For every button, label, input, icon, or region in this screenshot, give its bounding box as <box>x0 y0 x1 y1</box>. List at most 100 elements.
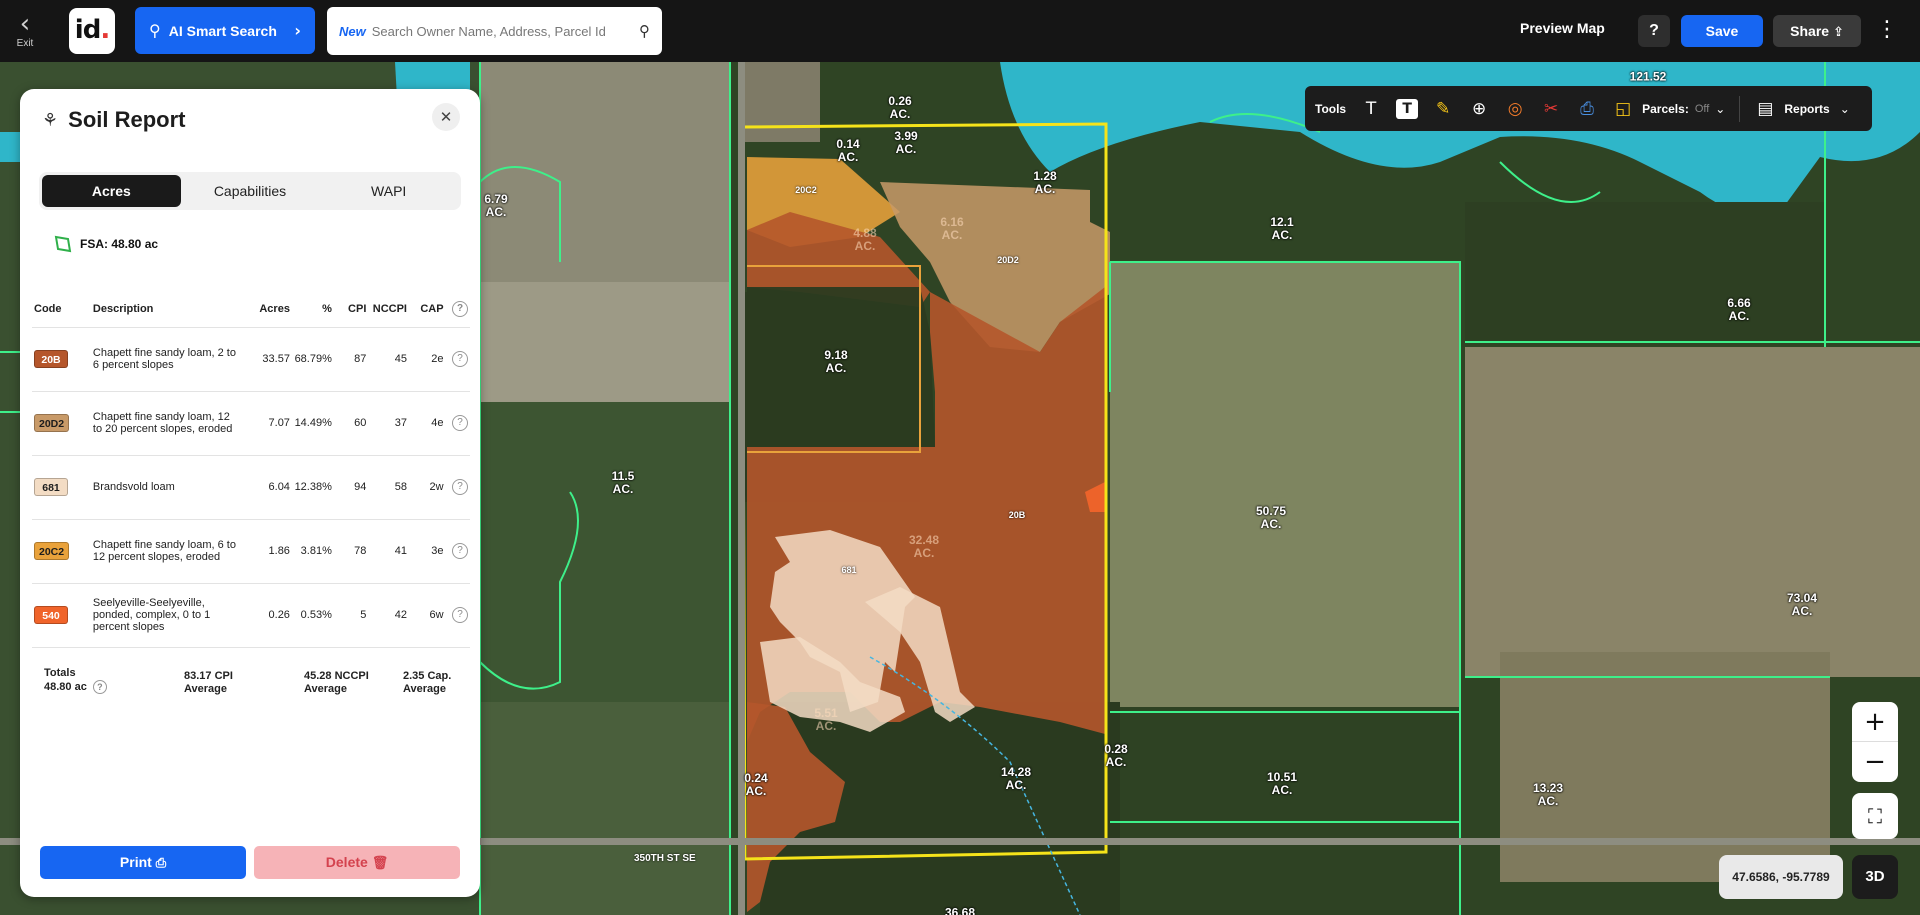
zoom-out-button[interactable]: − <box>1852 742 1898 782</box>
nccpi-value: 37 <box>394 417 407 429</box>
table-row[interactable]: 20D2 Chapett fine sandy loam, 12 to 20 pe… <box>32 391 470 456</box>
column-header: NCCPI <box>368 291 409 328</box>
coordinates-readout: 47.6586, -95.7789 <box>1719 855 1843 899</box>
totals-nccpi-sub: Average <box>304 683 348 695</box>
exit-button[interactable]: ‹ Exit <box>10 11 40 49</box>
description-value: Chapett fine sandy loam, 12 to 20 percen… <box>92 411 233 435</box>
chevron-down-icon[interactable]: ⌄ <box>1840 102 1850 116</box>
globe-icon[interactable]: ⊕ <box>1468 99 1490 119</box>
percent-cell: 12.38% <box>291 455 334 520</box>
parcels-label[interactable]: Parcels: <box>1642 102 1689 116</box>
nccpi-cell: 58 <box>368 455 409 520</box>
help-button[interactable]: ? <box>1638 15 1670 47</box>
row-help-cell: ? <box>445 519 470 584</box>
table-row[interactable]: 20C2 Chapett fine sandy loam, 6 to 12 per… <box>32 519 470 584</box>
print-button[interactable]: Print ⎙ <box>40 846 246 879</box>
column-help[interactable]: ? <box>445 291 470 328</box>
help-icon[interactable]: ? <box>452 415 468 431</box>
app-root: 0.26 AC. 0.14 AC. 3.99 AC. 1.28 AC. 121.… <box>0 0 1920 915</box>
fsa-label: FSA: 48.80 ac <box>80 237 159 251</box>
3d-toggle-button[interactable]: 3D <box>1852 855 1898 899</box>
scissors-icon[interactable]: ✂ <box>1540 99 1562 119</box>
percent-cell: 68.79% <box>291 327 334 392</box>
cap-value: 2e <box>431 353 444 365</box>
table-row[interactable]: 681 Brandsvold loam 6.04 12.38% 94 58 2w? <box>32 455 470 520</box>
soil-code-label: 20D2 <box>997 255 1019 265</box>
acreage-label: 0.24 AC. <box>744 771 768 798</box>
text-box-tool-icon[interactable]: T <box>1396 98 1419 119</box>
table-row[interactable]: 20B Chapett fine sandy loam, 2 to 6 perce… <box>32 327 470 392</box>
soil-acreage-label: 5.51 AC. <box>814 706 838 733</box>
share-label: Share <box>1790 23 1830 39</box>
logo-text: id <box>74 15 102 45</box>
percent-value: 14.49% <box>294 417 332 429</box>
soil-code-badge: 20B <box>34 350 68 368</box>
help-icon[interactable]: ? <box>452 543 468 559</box>
close-icon[interactable]: ✕ <box>432 103 460 131</box>
search-box[interactable]: New ⚲ <box>327 7 662 55</box>
ai-smart-search-button[interactable]: ⚲ AI Smart Search › <box>135 7 315 54</box>
acres-value: 33.57 <box>262 353 290 365</box>
acres-cell: 1.86 <box>243 519 292 584</box>
percent-cell: 3.81% <box>291 519 334 584</box>
help-icon[interactable]: ? <box>452 300 468 317</box>
help-icon[interactable]: ? <box>452 479 468 495</box>
nccpi-cell: 37 <box>368 391 409 456</box>
row-help-cell: ? <box>445 391 470 456</box>
nccpi-value: 41 <box>394 545 407 557</box>
app-logo[interactable]: id. <box>69 8 115 54</box>
totals-label-group: Totals 48.80 ac ? <box>44 667 107 694</box>
totals-cpi-value: 83.17 CPI <box>184 670 233 682</box>
search-icon[interactable]: ⚲ <box>639 22 650 40</box>
soil-table: Code Description Acres % CPI NCCPI CAP ?… <box>32 291 470 648</box>
tab-wapi[interactable]: WAPI <box>319 175 458 207</box>
tools-label: Tools <box>1315 101 1347 116</box>
acreage-label: 6.66 AC. <box>1727 296 1751 323</box>
cpi-value: 5 <box>360 609 367 621</box>
code-cell: 540 <box>32 583 91 648</box>
chevron-down-icon[interactable]: ⌄ <box>1715 102 1725 116</box>
column-header: CAP <box>409 291 446 328</box>
help-icon[interactable]: ? <box>92 680 107 694</box>
cap-value: 3e <box>431 545 444 557</box>
printer-icon: ⎙ <box>155 856 167 871</box>
help-icon[interactable]: ? <box>452 607 468 623</box>
tab-acres[interactable]: Acres <box>42 175 181 207</box>
reports-label[interactable]: Reports <box>1784 102 1829 116</box>
totals-cap: 2.35 Cap. Average <box>403 670 451 696</box>
soil-acreage-label: 32.48 AC. <box>908 533 940 560</box>
tab-capabilities[interactable]: Capabilities <box>181 175 320 207</box>
radius-icon[interactable]: ◎ <box>1504 99 1526 119</box>
description-value: Brandsvold loam <box>92 481 175 493</box>
acres-value: 0.26 <box>268 609 290 621</box>
cap-value: 2w <box>429 481 444 493</box>
nccpi-cell: 42 <box>368 583 409 648</box>
soil-code-label: 681 <box>841 565 857 575</box>
nccpi-value: 58 <box>394 481 407 493</box>
acreage-label: 6.79 AC. <box>484 192 508 219</box>
table-row[interactable]: 540 Seelyeville-Seelyeville, ponded, comp… <box>32 583 470 648</box>
cap-value: 4e <box>431 417 444 429</box>
printer-icon[interactable]: ⎙ <box>1576 99 1598 119</box>
preview-map-button[interactable]: Preview Map <box>1520 20 1605 36</box>
reports-icon[interactable]: ▤ <box>1754 99 1776 119</box>
road-label: 350TH ST SE <box>634 853 696 864</box>
share-button[interactable]: Share ⇪ <box>1773 15 1861 47</box>
fit-bounds-icon[interactable]: ⛶ <box>1852 793 1898 839</box>
totals-cpi-sub: Average <box>184 683 228 695</box>
save-button[interactable]: Save <box>1681 15 1763 47</box>
nccpi-cell: 41 <box>368 519 409 584</box>
row-help-cell: ? <box>445 455 470 520</box>
more-menu-icon[interactable]: ⋮ <box>1876 16 1898 44</box>
acreage-label: 12.1 AC. <box>1270 215 1294 242</box>
delete-button[interactable]: Delete 🗑 <box>254 846 460 879</box>
help-icon[interactable]: ? <box>452 351 468 367</box>
totals-acres: 48.80 ac <box>44 681 87 693</box>
ruler-icon[interactable]: ✎ <box>1432 99 1454 119</box>
search-input[interactable] <box>371 23 639 39</box>
text-tool-icon[interactable]: T <box>1360 99 1382 119</box>
zoom-in-button[interactable]: + <box>1852 702 1898 742</box>
description-cell: Chapett fine sandy loam, 12 to 20 percen… <box>90 391 244 456</box>
parcels-icon[interactable]: ◱ <box>1612 99 1634 119</box>
totals-cpi: 83.17 CPI Average <box>184 670 233 696</box>
